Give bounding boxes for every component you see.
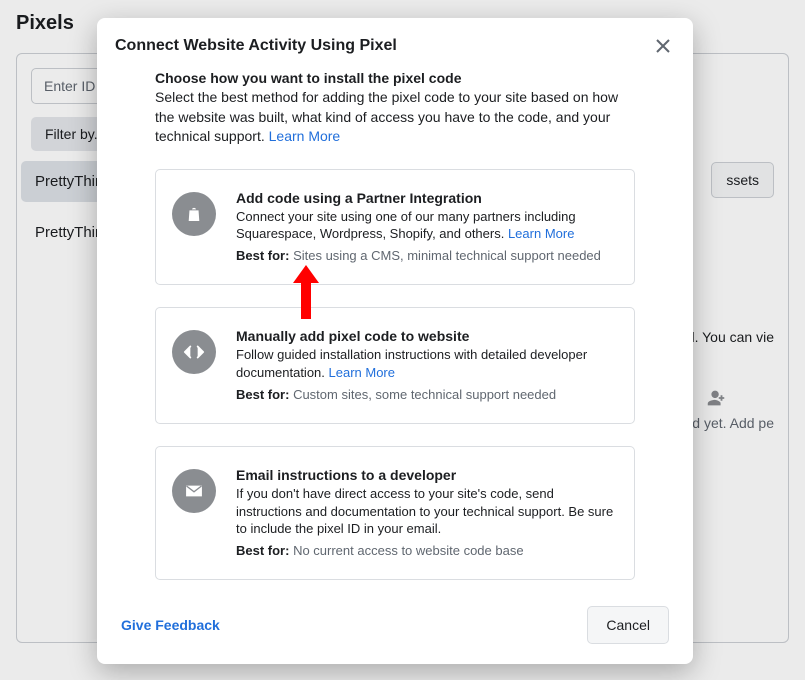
option-title: Email instructions to a developer [236, 467, 614, 483]
intro-text: Select the best method for adding the pi… [155, 88, 635, 147]
learn-more-link[interactable]: Learn More [329, 365, 395, 380]
modal-footer: Give Feedback Cancel [97, 588, 693, 664]
give-feedback-link[interactable]: Give Feedback [121, 617, 220, 633]
learn-more-link[interactable]: Learn More [269, 128, 341, 144]
close-button[interactable] [651, 34, 675, 58]
mail-icon [172, 469, 216, 513]
intro-title: Choose how you want to install the pixel… [155, 70, 635, 86]
option-desc: If you don't have direct access to your … [236, 485, 614, 538]
option-title: Add code using a Partner Integration [236, 190, 614, 206]
option-manual-code[interactable]: Manually add pixel code to website Follo… [155, 307, 635, 424]
modal-title: Connect Website Activity Using Pixel [115, 37, 397, 55]
option-best-for: Best for: Custom sites, some technical s… [236, 386, 614, 404]
code-icon [172, 330, 216, 374]
cancel-button[interactable]: Cancel [587, 606, 669, 644]
option-partner-integration[interactable]: Add code using a Partner Integration Con… [155, 169, 635, 286]
intro-text-content: Select the best method for adding the pi… [155, 89, 618, 144]
option-body: Add code using a Partner Integration Con… [236, 190, 614, 265]
shopping-bag-icon [172, 192, 216, 236]
connect-pixel-modal: Connect Website Activity Using Pixel Cho… [97, 18, 693, 664]
option-best-for: Best for: Sites using a CMS, minimal tec… [236, 247, 614, 265]
learn-more-link[interactable]: Learn More [508, 226, 574, 241]
option-desc: Follow guided installation instructions … [236, 346, 614, 381]
option-body: Manually add pixel code to website Follo… [236, 328, 614, 403]
option-desc: Connect your site using one of our many … [236, 208, 614, 243]
option-email-developer[interactable]: Email instructions to a developer If you… [155, 446, 635, 580]
option-body: Email instructions to a developer If you… [236, 467, 614, 559]
close-icon [656, 39, 670, 53]
modal-body: Choose how you want to install the pixel… [97, 68, 693, 588]
modal-header: Connect Website Activity Using Pixel [97, 18, 693, 68]
option-best-for: Best for: No current access to website c… [236, 542, 614, 560]
option-title: Manually add pixel code to website [236, 328, 614, 344]
